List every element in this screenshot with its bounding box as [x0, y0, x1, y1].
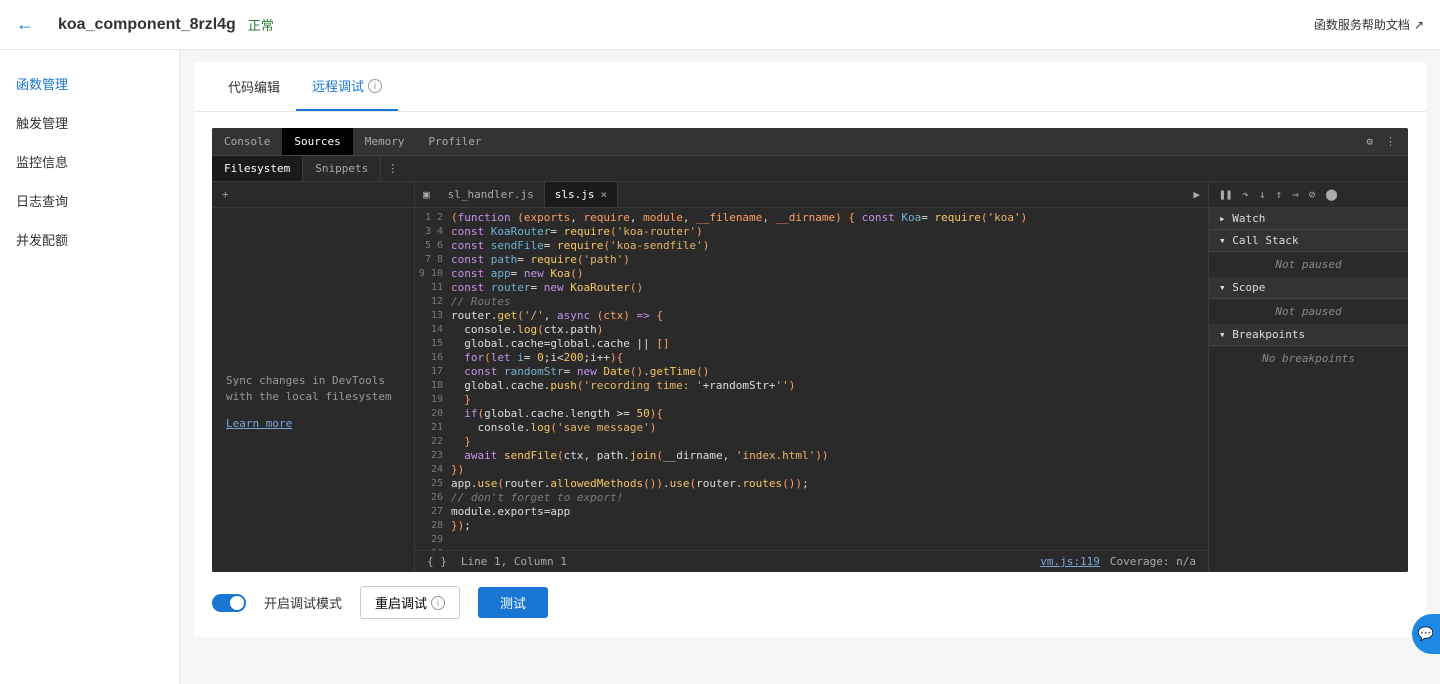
devtools-sources-subtabs: Filesystem Snippets ⋮ — [212, 156, 1408, 182]
info-icon[interactable]: i — [368, 79, 382, 93]
kebab-icon[interactable]: ⋮ — [1385, 135, 1396, 148]
debug-mode-label: 开启调试模式 — [264, 593, 342, 612]
learn-more-link[interactable]: Learn more — [226, 416, 292, 433]
file-tabs-bar: ▣ sl_handler.js sls.js × ▶ — [415, 182, 1208, 208]
debug-mode-toggle[interactable] — [212, 594, 246, 612]
info-icon: i — [431, 596, 445, 610]
doc-help-link[interactable]: 函数服务帮助文档 ↗ — [1314, 16, 1424, 33]
step-icon[interactable]: → — [1292, 188, 1299, 201]
back-arrow-icon[interactable]: ← — [16, 14, 34, 35]
page-title: koa_component_8rzl4g — [58, 16, 236, 34]
sidebar-item-logs[interactable]: 日志查询 — [0, 181, 179, 220]
devtools-tab-sources[interactable]: Sources — [282, 128, 352, 155]
sidebar-item-trigger-manage[interactable]: 触发管理 — [0, 103, 179, 142]
file-tab-sl-handler[interactable]: sl_handler.js — [438, 182, 545, 207]
tab-remote-debug-label: 远程调试 — [312, 76, 364, 95]
line-gutter: 1 2 3 4 5 6 7 8 9 10 11 12 13 14 15 16 1… — [415, 208, 449, 550]
run-icon[interactable]: ▶ — [1185, 182, 1208, 207]
devtools-debugger-panel: ❚❚ ↷ ↓ ↑ → ⊘ ⬤ ▸ Watch ▾ Call Stack Not … — [1208, 182, 1408, 572]
gear-icon[interactable]: ⚙ — [1366, 135, 1373, 148]
breakpoints-panel-body: No breakpoints — [1209, 346, 1408, 371]
file-tab-label: sl_handler.js — [448, 188, 534, 201]
watch-panel-header[interactable]: ▸ Watch — [1209, 208, 1408, 230]
pause-on-exceptions-icon[interactable]: ⬤ — [1325, 188, 1337, 201]
devtools-tab-memory[interactable]: Memory — [353, 128, 417, 155]
devtools-filesystem-panel: + Sync changes in DevTools with the loca… — [212, 182, 415, 572]
sidebar-item-monitor[interactable]: 监控信息 — [0, 142, 179, 181]
sidebar-item-concurrency[interactable]: 并发配额 — [0, 220, 179, 259]
restart-debug-button[interactable]: 重启调试 i — [360, 586, 460, 619]
sidebar: 函数管理 触发管理 监控信息 日志查询 并发配额 — [0, 50, 180, 684]
doc-link-label: 函数服务帮助文档 — [1314, 16, 1410, 33]
step-into-icon[interactable]: ↓ — [1259, 188, 1266, 201]
editor-status-bar: { } Line 1, Column 1 vm.js:119 Coverage:… — [415, 550, 1208, 572]
file-tab-label: sls.js — [555, 188, 595, 201]
breakpoints-panel-header[interactable]: ▾ Breakpoints — [1209, 324, 1408, 346]
subtab-snippets[interactable]: Snippets — [303, 156, 381, 181]
tab-code-edit[interactable]: 代码编辑 — [212, 62, 296, 111]
callstack-panel-body: Not paused — [1209, 252, 1408, 277]
devtools-editor: ▣ sl_handler.js sls.js × ▶ — [415, 182, 1208, 572]
test-button[interactable]: 测试 — [478, 587, 548, 618]
subtab-more-icon[interactable]: ⋮ — [381, 162, 404, 175]
pause-icon[interactable]: ❚❚ — [1219, 188, 1232, 201]
close-icon[interactable]: × — [600, 188, 607, 201]
scope-panel-header[interactable]: ▾ Scope — [1209, 277, 1408, 299]
deactivate-breakpoints-icon[interactable]: ⊘ — [1309, 188, 1316, 201]
devtools-top-tabs: Console Sources Memory Profiler ⚙ ⋮ — [212, 128, 1408, 156]
scope-panel-body: Not paused — [1209, 299, 1408, 324]
vm-link[interactable]: vm.js:119 — [1040, 555, 1100, 568]
devtools-container: Console Sources Memory Profiler ⚙ ⋮ File… — [212, 128, 1408, 572]
step-over-icon[interactable]: ↷ — [1242, 188, 1249, 201]
sync-note-text: Sync changes in DevTools with the local … — [226, 374, 392, 404]
page-header: ← koa_component_8rzl4g 正常 函数服务帮助文档 ↗ — [0, 0, 1440, 50]
callstack-panel-header[interactable]: ▾ Call Stack — [1209, 230, 1408, 252]
sidebar-item-function-manage[interactable]: 函数管理 — [0, 64, 179, 103]
cursor-position: Line 1, Column 1 — [461, 555, 567, 568]
main-area: 代码编辑 远程调试 i Console Sources Memory Profi… — [180, 50, 1440, 684]
file-nav-icon[interactable]: ▣ — [415, 182, 438, 207]
status-badge: 正常 — [248, 15, 274, 34]
bottom-controls: 开启调试模式 重启调试 i 测试 — [212, 586, 1408, 619]
devtools-tab-profiler[interactable]: Profiler — [416, 128, 493, 155]
tab-remote-debug[interactable]: 远程调试 i — [296, 62, 398, 111]
braces-icon[interactable]: { } — [427, 555, 447, 568]
content-tabs: 代码编辑 远程调试 i — [194, 62, 1426, 112]
subtab-filesystem[interactable]: Filesystem — [212, 156, 303, 181]
add-folder-icon[interactable]: + — [212, 182, 414, 208]
external-link-icon: ↗ — [1414, 18, 1424, 32]
step-out-icon[interactable]: ↑ — [1276, 188, 1283, 201]
restart-label: 重启调试 — [375, 593, 427, 612]
coverage-status: Coverage: n/a — [1110, 555, 1196, 568]
code-content[interactable]: (function (exports, require, module, __f… — [449, 208, 1208, 550]
devtools-tab-console[interactable]: Console — [212, 128, 282, 155]
file-tab-sls[interactable]: sls.js × — [545, 182, 618, 207]
